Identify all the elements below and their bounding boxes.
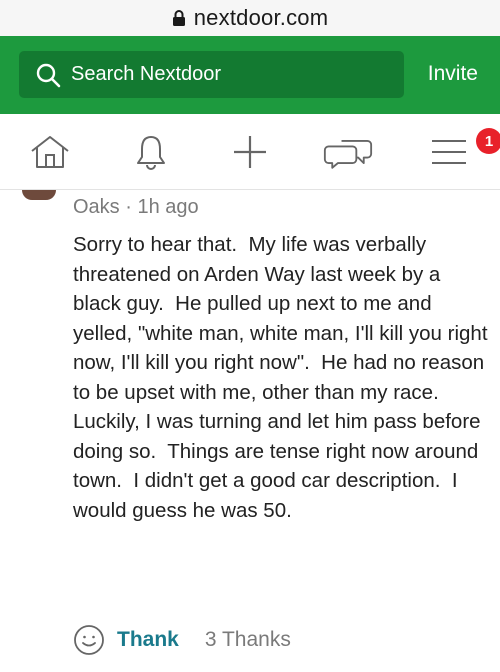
search-input[interactable]: Search Nextdoor	[19, 51, 404, 98]
lock-icon	[172, 10, 185, 26]
notification-badge: 1	[476, 128, 500, 154]
search-icon	[36, 63, 61, 87]
nav-home[interactable]	[25, 132, 75, 172]
url-text: nextdoor.com	[193, 5, 329, 30]
menu-icon	[432, 140, 466, 164]
app-header: Search Nextdoor Invite	[0, 36, 500, 114]
post-meta[interactable]: Oaks · 1h ago	[73, 196, 199, 219]
avatar[interactable]	[22, 190, 56, 200]
home-icon	[31, 136, 69, 168]
post-body: Sorry to hear that. My life was verbally…	[73, 233, 494, 522]
post-actions: Thank 3 Thanks	[73, 622, 291, 658]
nav-messages[interactable]	[323, 132, 373, 172]
bottom-nav	[0, 114, 500, 190]
thanks-count[interactable]: 3 Thanks	[205, 628, 291, 652]
browser-url-bar[interactable]: nextdoor.com	[0, 0, 500, 36]
nav-post[interactable]	[225, 132, 275, 172]
thank-button[interactable]: Thank	[117, 628, 179, 652]
plus-icon	[234, 136, 266, 168]
invite-button[interactable]: Invite	[428, 62, 478, 86]
nav-notifications[interactable]	[126, 132, 176, 172]
smile-icon[interactable]	[73, 624, 105, 656]
nav-menu[interactable]	[424, 132, 474, 172]
bell-icon	[137, 136, 165, 170]
search-placeholder: Search Nextdoor	[71, 63, 222, 85]
messages-icon	[323, 139, 373, 169]
